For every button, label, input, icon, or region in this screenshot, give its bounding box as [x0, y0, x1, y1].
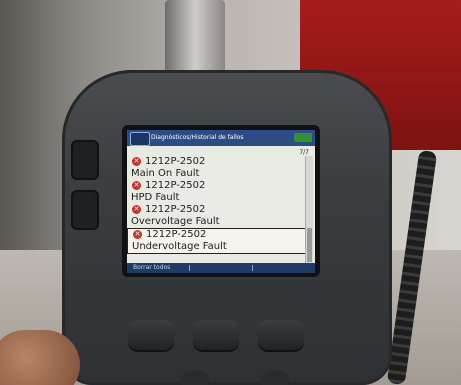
- x-circle-icon: ✕: [132, 156, 141, 166]
- x-circle-icon: ✕: [132, 204, 141, 214]
- fault-item[interactable]: ✕ 1212P-2502 Main On Fault: [127, 156, 305, 180]
- fault-item-selected[interactable]: ✕ 1212P-2502 Undervoltage Fault: [127, 228, 307, 254]
- fault-code: 1212P-2502: [145, 156, 206, 167]
- softkey-bar: Borrar todos: [127, 263, 315, 273]
- fault-code: 1212P-2502: [145, 180, 206, 191]
- softkey-divider: [252, 265, 253, 271]
- scrollbar[interactable]: [305, 156, 313, 264]
- function-key-middle[interactable]: [193, 320, 239, 350]
- side-button-top[interactable]: [71, 140, 99, 180]
- nav-key-left[interactable]: [180, 370, 210, 385]
- fault-code: 1212P-2502: [145, 204, 206, 215]
- fault-list: ✕ 1212P-2502 Main On Fault ✕ 1212P-2502 HP…: [127, 156, 307, 262]
- lcd-screen: Diagnósticos/Historial de fallos 7/7 ✕ 12…: [127, 130, 315, 273]
- softkey-clear-all[interactable]: Borrar todos: [133, 263, 170, 273]
- function-key-right[interactable]: [258, 320, 304, 350]
- fault-desc: Undervoltage Fault: [132, 241, 227, 252]
- photo-scene: Diagnósticos/Historial de fallos 7/7 ✕ 12…: [0, 0, 461, 385]
- fault-item[interactable]: ✕ 1212P-2502 HPD Fault: [127, 180, 305, 204]
- fault-desc: Main On Fault: [131, 168, 200, 179]
- x-circle-icon: ✕: [133, 229, 142, 239]
- scroll-thumb[interactable]: [307, 228, 312, 262]
- nav-key-right[interactable]: [260, 370, 290, 385]
- user-thumb: [0, 330, 80, 385]
- fault-code: 1212P-2502: [146, 229, 207, 240]
- side-button-bottom[interactable]: [71, 190, 99, 230]
- battery-icon: [294, 133, 312, 142]
- screen-title: Diagnósticos/Historial de fallos: [151, 134, 244, 141]
- fault-desc: Overvoltage Fault: [131, 216, 220, 227]
- fault-desc: HPD Fault: [131, 192, 180, 203]
- screen-titlebar: Diagnósticos/Historial de fallos: [127, 130, 315, 146]
- softkey-divider: [189, 265, 190, 271]
- handheld-icon: [130, 132, 150, 146]
- function-key-left[interactable]: [128, 320, 174, 350]
- x-circle-icon: ✕: [132, 180, 141, 190]
- page-counter: 7/7: [299, 149, 309, 156]
- fault-item[interactable]: ✕ 1212P-2502 Overvoltage Fault: [127, 204, 305, 228]
